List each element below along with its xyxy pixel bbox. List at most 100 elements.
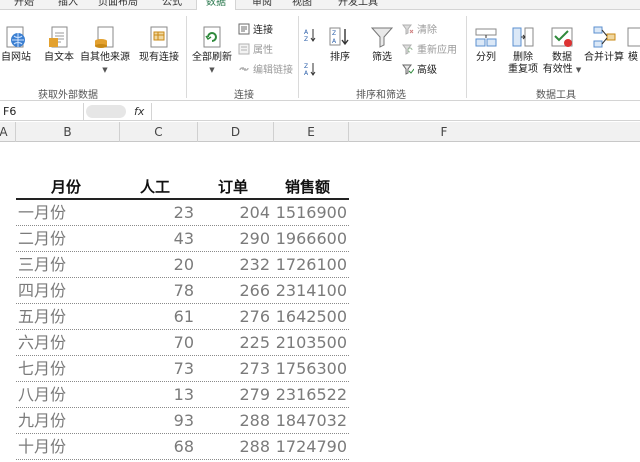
- cell-month[interactable]: 四月份: [18, 280, 66, 302]
- group-label-sort-filter: 排序和筛选: [356, 90, 406, 101]
- tab-page-layout[interactable]: 页面布局: [98, 0, 138, 10]
- remove-duplicates-label-1: 删除: [513, 52, 533, 63]
- clear-filter-button[interactable]: 清除: [402, 23, 437, 37]
- formula-bar-divider: [151, 103, 152, 120]
- cell-orders[interactable]: 225: [239, 332, 270, 354]
- cell-sales[interactable]: 2316522: [276, 384, 347, 406]
- connections-button[interactable]: 连接: [238, 23, 273, 37]
- sort-button[interactable]: Z A 排序: [324, 24, 356, 64]
- cell-orders[interactable]: 288: [239, 436, 270, 458]
- cell-labor[interactable]: 73: [174, 358, 194, 380]
- cell-orders[interactable]: 273: [239, 358, 270, 380]
- table-row: 八月份 13 279 2316522: [16, 382, 349, 408]
- tab-formulas[interactable]: 公式: [162, 0, 182, 10]
- remove-duplicates-icon: [512, 27, 534, 47]
- from-web-label: 自网站: [1, 52, 31, 63]
- properties-button[interactable]: 属性: [238, 43, 273, 57]
- data-validation-button[interactable]: 数据 有效性 ▼: [542, 24, 582, 76]
- cell-sales[interactable]: 2314100: [276, 280, 347, 302]
- filter-button[interactable]: 筛选: [364, 24, 400, 64]
- reapply-label: 重新应用: [417, 45, 457, 56]
- cell-month[interactable]: 三月份: [18, 254, 66, 276]
- cell-orders[interactable]: 279: [239, 384, 270, 406]
- name-box[interactable]: F6: [0, 103, 84, 120]
- column-header-d[interactable]: D: [198, 122, 274, 142]
- from-text-button[interactable]: 自文本: [42, 24, 76, 64]
- header-month[interactable]: 月份: [51, 176, 81, 197]
- cell-orders[interactable]: 276: [239, 306, 270, 328]
- tab-insert[interactable]: 插入: [58, 0, 78, 10]
- cell-sales[interactable]: 1642500: [276, 306, 347, 328]
- existing-connections-button[interactable]: 现有连接: [136, 24, 182, 64]
- worksheet-grid[interactable]: 月份 人工 订单 销售额 一月份 23 204 1516900 二月份 43 2…: [0, 142, 640, 462]
- cell-labor[interactable]: 70: [174, 332, 194, 354]
- refresh-icon: [203, 26, 221, 48]
- text-file-icon: [49, 26, 68, 48]
- refresh-all-button[interactable]: 全部刷新 ▼: [190, 24, 234, 76]
- edit-links-button[interactable]: 编辑链接: [238, 63, 293, 77]
- cell-sales[interactable]: 1726100: [276, 254, 347, 276]
- column-header-b[interactable]: B: [16, 122, 120, 142]
- cell-orders[interactable]: 288: [239, 410, 270, 432]
- cell-sales[interactable]: 1756300: [276, 358, 347, 380]
- cell-labor[interactable]: 23: [174, 202, 194, 224]
- cell-month[interactable]: 七月份: [18, 358, 66, 380]
- cell-labor[interactable]: 43: [174, 228, 194, 250]
- cell-sales[interactable]: 1516900: [276, 202, 347, 224]
- cell-labor[interactable]: 61: [174, 306, 194, 328]
- column-header-f[interactable]: F: [349, 122, 539, 142]
- cell-month[interactable]: 八月份: [18, 384, 66, 406]
- cell-labor[interactable]: 68: [174, 436, 194, 458]
- link-icon: [239, 67, 249, 71]
- cell-month[interactable]: 六月份: [18, 332, 66, 354]
- insert-function-icon[interactable]: fx: [134, 103, 144, 120]
- sort-ascending-button[interactable]: A Z: [304, 28, 319, 44]
- cell-sales[interactable]: 2103500: [276, 332, 347, 354]
- sort-descending-button[interactable]: Z A: [304, 62, 319, 78]
- cell-orders[interactable]: 290: [239, 228, 270, 250]
- reapply-button[interactable]: 重新应用: [402, 43, 457, 57]
- formula-bar-controls[interactable]: [86, 105, 126, 118]
- table-row: 二月份 43 290 1966600: [16, 226, 349, 252]
- consolidate-button[interactable]: 合并计算: [584, 24, 624, 64]
- cell-orders[interactable]: 232: [239, 254, 270, 276]
- column-header-e[interactable]: E: [274, 122, 349, 142]
- column-header-a[interactable]: A: [0, 122, 16, 142]
- table-row: 三月份 20 232 1726100: [16, 252, 349, 278]
- header-orders[interactable]: 订单: [218, 176, 248, 197]
- tab-view[interactable]: 视图: [292, 0, 312, 10]
- cell-labor[interactable]: 20: [174, 254, 194, 276]
- cell-month[interactable]: 十月份: [18, 436, 66, 458]
- cell-month[interactable]: 九月份: [18, 410, 66, 432]
- cell-labor[interactable]: 93: [174, 410, 194, 432]
- tab-home[interactable]: 开始: [14, 0, 34, 10]
- cell-orders[interactable]: 266: [239, 280, 270, 302]
- cell-month[interactable]: 一月份: [18, 202, 66, 224]
- cell-sales[interactable]: 1724790: [276, 436, 347, 458]
- tab-data[interactable]: 数据: [196, 0, 236, 10]
- data-validation-label-2: 有效性: [542, 64, 573, 75]
- cell-sales[interactable]: 1847032: [276, 410, 347, 432]
- header-labor[interactable]: 人工: [140, 176, 170, 197]
- sort-icon: Z A: [329, 27, 349, 46]
- group-label-data-tools: 数据工具: [536, 90, 576, 101]
- what-if-button[interactable]: 模: [626, 24, 640, 64]
- cell-labor[interactable]: 78: [174, 280, 194, 302]
- formula-input[interactable]: [153, 103, 640, 120]
- tab-developer[interactable]: 开发工具: [338, 0, 378, 10]
- from-web-button[interactable]: 自网站: [0, 24, 36, 64]
- cell-month[interactable]: 五月份: [18, 306, 66, 328]
- cell-labor[interactable]: 13: [174, 384, 194, 406]
- remove-duplicates-button[interactable]: 删除 重复项: [504, 24, 542, 76]
- cell-orders[interactable]: 204: [239, 202, 270, 224]
- tab-review[interactable]: 审阅: [252, 0, 272, 10]
- cell-sales[interactable]: 1966600: [276, 228, 347, 250]
- from-other-sources-button[interactable]: 自其他来源 ▼: [78, 24, 132, 76]
- header-sales[interactable]: 销售额: [285, 176, 330, 197]
- properties-icon: [238, 43, 250, 55]
- column-header-row: A B C D E F: [0, 122, 640, 142]
- text-to-columns-button[interactable]: 分列: [470, 24, 502, 64]
- cell-month[interactable]: 二月份: [18, 228, 66, 250]
- advanced-filter-button[interactable]: 高级: [402, 63, 437, 77]
- column-header-c[interactable]: C: [120, 122, 198, 142]
